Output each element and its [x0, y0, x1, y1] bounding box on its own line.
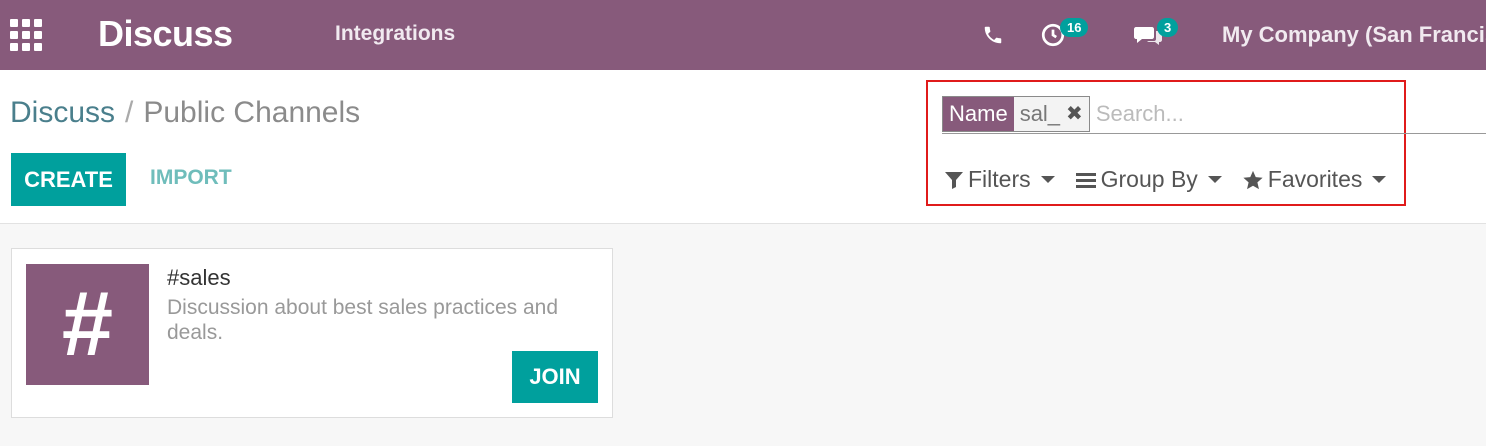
- channel-name: #sales: [167, 265, 231, 290]
- facet-label: Name: [943, 96, 1014, 131]
- filters-label: Filters: [968, 166, 1031, 192]
- messaging-menu[interactable]: 3: [1133, 0, 1179, 70]
- company-switcher[interactable]: My Company (San Francisco): [1222, 22, 1486, 48]
- filters-dropdown[interactable]: Filters: [944, 166, 1055, 193]
- favorites-label: Favorites: [1267, 166, 1363, 192]
- import-button[interactable]: IMPORT: [150, 166, 232, 190]
- breadcrumb-root[interactable]: Discuss: [10, 96, 115, 129]
- channel-description: Discussion about best sales practices an…: [167, 296, 559, 344]
- group-by-dropdown[interactable]: Group By: [1075, 166, 1222, 193]
- search-input[interactable]: [1089, 100, 1470, 127]
- facet-value: sal_: [1013, 96, 1067, 131]
- favorites-dropdown[interactable]: Favorites: [1242, 166, 1387, 193]
- filter-icon: [945, 171, 963, 189]
- search-bar: Name sal_ ✖: [942, 94, 1486, 134]
- caret-down-icon: [1207, 176, 1222, 183]
- app-menu-icon[interactable]: [10, 19, 42, 51]
- star-icon: [1243, 170, 1263, 189]
- facet-remove-icon[interactable]: ✖: [1066, 96, 1089, 131]
- caret-down-icon: [1040, 176, 1055, 183]
- menu-item-integrations[interactable]: Integrations: [335, 22, 455, 46]
- search-options: Filters Group By Favorites: [944, 166, 1406, 193]
- create-button[interactable]: CREATE: [11, 153, 126, 206]
- breadcrumb: Discuss / Public Channels: [10, 96, 360, 130]
- activity-menu[interactable]: 16: [1040, 0, 1089, 70]
- join-button[interactable]: JOIN: [512, 351, 598, 403]
- messages-badge: 3: [1157, 17, 1179, 37]
- top-navbar: Discuss Integrations 16 3 My Company (Sa…: [0, 0, 1486, 70]
- search-facet: Name sal_ ✖: [942, 95, 1090, 132]
- breadcrumb-separator: /: [125, 96, 134, 129]
- bars-icon: [1075, 172, 1096, 188]
- breadcrumb-current: Public Channels: [143, 96, 361, 129]
- caret-down-icon: [1372, 176, 1387, 183]
- activity-badge: 16: [1060, 17, 1089, 37]
- channel-hash-icon: #: [26, 264, 149, 385]
- phone-icon[interactable]: [982, 0, 1004, 70]
- group-by-label: Group By: [1100, 166, 1198, 192]
- channel-card[interactable]: # #sales Discussion about best sales pra…: [11, 248, 613, 418]
- app-name: Discuss: [98, 13, 233, 54]
